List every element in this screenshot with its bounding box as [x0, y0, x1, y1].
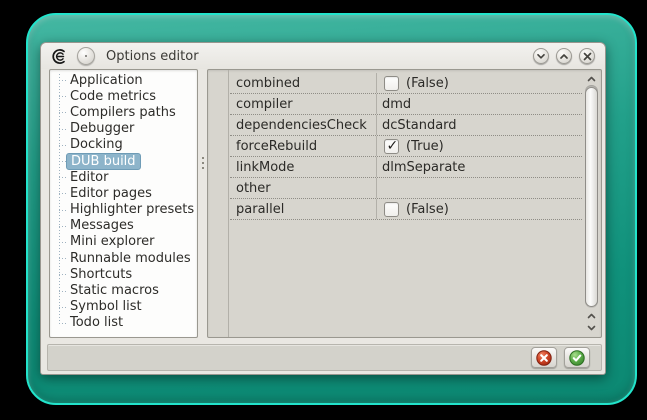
sidebar-item-debugger[interactable]: Debugger — [50, 121, 197, 137]
property-name[interactable]: forceRebuild — [230, 136, 377, 156]
sidebar-item-label: Editor pages — [70, 185, 152, 201]
checkbox-checked-icon[interactable] — [384, 138, 399, 154]
sidebar-item-label: DUB build — [66, 152, 141, 170]
red-cross-icon — [536, 349, 552, 366]
property-row-other: other — [230, 178, 582, 199]
chevron-down-icon — [587, 325, 596, 330]
sidebar-item-compilers-paths[interactable]: Compilers paths — [50, 104, 197, 120]
property-value[interactable]: (False) — [377, 75, 582, 91]
sidebar-item-label: Code metrics — [70, 88, 157, 104]
sidebar-item-label: Shortcuts — [70, 266, 133, 282]
sidebar-item-highlighter-presets[interactable]: Highlighter presets — [50, 202, 197, 218]
sidebar-item-label: Compilers paths — [70, 104, 176, 120]
chevron-up-icon — [587, 76, 596, 81]
property-value[interactable]: dmd — [377, 97, 582, 112]
sidebar-item-editor-pages[interactable]: Editor pages — [50, 185, 197, 201]
sidebar-item-application[interactable]: Application — [50, 72, 197, 88]
sidebar-item-mini-explorer[interactable]: Mini explorer — [50, 234, 197, 250]
bool-value-label: (False) — [406, 75, 449, 91]
property-row-linkMode: linkMode dlmSeparate — [230, 157, 582, 178]
vertical-scrollbar[interactable] — [584, 72, 599, 335]
chevron-up-icon — [560, 53, 568, 59]
sidebar-item-static-macros[interactable]: Static macros — [50, 282, 197, 298]
scroll-down-button[interactable] — [585, 322, 598, 333]
sidebar-item-label: Docking — [70, 137, 123, 153]
sidebar-item-todo-list[interactable]: Todo list — [50, 315, 197, 331]
window-title: Options editor — [106, 48, 199, 64]
cancel-button[interactable] — [531, 347, 557, 368]
button-bar — [47, 344, 602, 371]
sidebar-item-label: Debugger — [70, 121, 135, 137]
green-check-icon — [569, 349, 585, 366]
property-value[interactable]: dcStandard — [377, 118, 582, 133]
chevron-down-icon — [537, 53, 545, 59]
property-name[interactable]: linkMode — [230, 157, 377, 177]
property-name[interactable]: compiler — [230, 94, 377, 114]
sidebar-item-label: Runnable modules — [70, 250, 191, 266]
property-row-combined: combined (False) — [230, 73, 582, 94]
rollup-button[interactable] — [556, 48, 572, 64]
accept-button[interactable] — [564, 347, 590, 368]
sidebar-item-shortcuts[interactable]: Shortcuts — [50, 266, 197, 282]
property-row-dependenciesCheck: dependenciesCheck dcStandard — [230, 115, 582, 136]
sidebar-item-label: Messages — [70, 218, 134, 234]
sidebar-item-label: Application — [70, 72, 143, 88]
sidebar-item-label: Static macros — [70, 283, 159, 299]
panel-splitter[interactable] — [199, 69, 207, 338]
sidebar-item-symbol-list[interactable]: Symbol list — [50, 299, 197, 315]
property-name[interactable]: combined — [230, 73, 377, 93]
screen: Options editor Application Code metrics … — [0, 0, 647, 420]
bool-value-label: (False) — [406, 201, 449, 217]
splitter-grip-icon — [202, 157, 204, 171]
sidebar-item-code-metrics[interactable]: Code metrics — [50, 88, 197, 104]
sidebar-item-editor[interactable]: Editor — [50, 169, 197, 185]
scrollbar-track[interactable] — [585, 85, 598, 308]
property-name[interactable]: parallel — [230, 199, 377, 219]
scroll-up-button-2[interactable] — [585, 310, 598, 321]
checkbox-unchecked-icon[interactable] — [384, 201, 399, 217]
property-grid: combined (False) compiler dmd dependenciesCh… — [207, 69, 602, 338]
scrollbar-thumb[interactable] — [585, 87, 598, 307]
property-name[interactable]: dependenciesCheck — [230, 115, 377, 135]
scroll-up-button[interactable] — [585, 73, 598, 84]
sidebar-item-label: Mini explorer — [70, 234, 155, 250]
property-row-compiler: compiler dmd — [230, 94, 582, 115]
window-menu-button[interactable] — [77, 47, 95, 65]
property-name[interactable]: other — [230, 178, 377, 198]
property-row-forceRebuild: forceRebuild (True) — [230, 136, 582, 157]
property-row-parallel: parallel (False) — [230, 199, 582, 220]
sidebar-item-runnable-modules[interactable]: Runnable modules — [50, 250, 197, 266]
property-value[interactable]: (True) — [377, 138, 582, 154]
titlebar[interactable]: Options editor — [41, 43, 605, 69]
chevron-up-icon — [587, 313, 596, 318]
close-icon — [583, 52, 591, 60]
property-value[interactable]: dlmSeparate — [377, 160, 582, 175]
titlebar-controls — [533, 48, 595, 64]
rolldown-button[interactable] — [533, 48, 549, 64]
sidebar-item-label: Symbol list — [70, 299, 142, 315]
sidebar-item-messages[interactable]: Messages — [50, 218, 197, 234]
sidebar-item-label: Highlighter presets — [70, 202, 195, 218]
coedit-logo-icon — [52, 48, 65, 64]
categories-list: Application Code metrics Compilers paths De… — [49, 69, 198, 338]
checkbox-unchecked-icon[interactable] — [384, 75, 399, 91]
sidebar-item-dub-build[interactable]: DUB build — [50, 152, 197, 170]
bool-value-label: (True) — [406, 138, 444, 154]
property-grid-gutter — [208, 70, 229, 337]
property-value[interactable]: (False) — [377, 201, 582, 217]
close-button[interactable] — [579, 48, 595, 64]
options-editor-window: Options editor Application Code metrics … — [40, 42, 606, 375]
sidebar-item-label: Editor — [70, 169, 109, 185]
sidebar-item-docking[interactable]: Docking — [50, 137, 197, 153]
sidebar-item-label: Todo list — [70, 315, 124, 331]
